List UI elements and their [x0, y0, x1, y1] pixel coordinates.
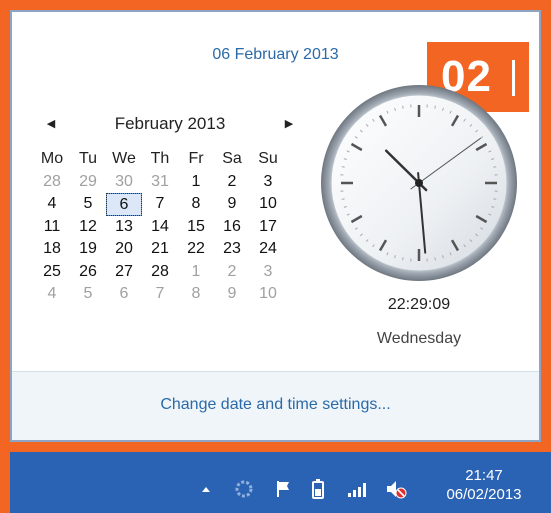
calendar-day[interactable]: 23: [214, 238, 250, 261]
calendar-day[interactable]: 11: [34, 216, 70, 239]
taskbar-time: 21:47: [465, 467, 503, 484]
calendar-day[interactable]: 8: [178, 193, 214, 216]
calendar-day[interactable]: 29: [70, 171, 106, 194]
calendar-day[interactable]: 1: [178, 171, 214, 194]
calendar-day[interactable]: 21: [142, 238, 178, 261]
digital-time: 22:29:09: [387, 296, 451, 313]
weekday-text: Wednesday: [376, 330, 462, 347]
flyout-panel: 06 February 2013 02 ◀ February 2013 ▶ Mo…: [12, 12, 539, 440]
calendar-day[interactable]: 31: [142, 171, 178, 194]
weekday-label: Th: [150, 150, 170, 167]
weekday-label: Su: [258, 150, 278, 167]
calendar-week-row: 28 29 30 31 1 2 3: [34, 171, 286, 194]
calendar-nav: ◀ February 2013 ▶: [42, 113, 298, 135]
weekday-label: Tu: [78, 150, 98, 167]
calendar-day[interactable]: 20: [106, 238, 142, 261]
calendar-day[interactable]: 4: [34, 193, 70, 216]
calendar-day[interactable]: 28: [142, 261, 178, 284]
calendar-day[interactable]: 7: [142, 193, 178, 216]
calendar-day[interactable]: 7: [142, 283, 178, 306]
calendar-day[interactable]: 22: [178, 238, 214, 261]
calendar-week-row: 18 19 20 21 22 23 24: [34, 238, 286, 261]
chevron-up-icon[interactable]: [198, 478, 214, 500]
calendar-day[interactable]: 13: [106, 216, 142, 239]
clock-minute-tick: [341, 198, 345, 200]
calendar-day[interactable]: 3: [250, 261, 286, 284]
weekday-label: Fr: [188, 150, 204, 167]
calendar-day[interactable]: 28: [34, 171, 70, 194]
taskbar-date: 06/02/2013: [446, 486, 522, 503]
calendar-day-today[interactable]: 6: [106, 193, 142, 216]
change-date-time-settings-link[interactable]: Change date and time settings...: [12, 396, 539, 414]
clock-minute-tick: [402, 257, 404, 261]
calendar-day[interactable]: 19: [70, 238, 106, 261]
clock-minute-tick: [434, 105, 436, 109]
calendar-day[interactable]: 5: [70, 283, 106, 306]
calendar-day[interactable]: 18: [34, 238, 70, 261]
calendar-day[interactable]: 5: [70, 193, 106, 216]
calendar-day[interactable]: 16: [214, 216, 250, 239]
calendar-week-row: 25 26 27 28 1 2 3: [34, 261, 286, 284]
calendar-week-row: 4 5 6 7 8 9 10: [34, 193, 286, 216]
calendar-day[interactable]: 10: [250, 193, 286, 216]
weekday-label: Mo: [40, 150, 64, 167]
calendar-day[interactable]: 6: [106, 283, 142, 306]
triangle-right-icon[interactable]: ▶: [280, 113, 298, 135]
weekday-label: Sa: [222, 150, 242, 167]
calendar-day[interactable]: 4: [34, 283, 70, 306]
month-title[interactable]: February 2013: [42, 113, 298, 135]
calendar-day[interactable]: 17: [250, 216, 286, 239]
clock-minute-tick: [434, 257, 436, 261]
calendar-day[interactable]: 26: [70, 261, 106, 284]
clock-minute-tick: [402, 105, 404, 109]
clock-minute-tick: [493, 198, 497, 200]
speaker-muted-icon[interactable]: [382, 478, 410, 500]
calendar-day[interactable]: 3: [250, 171, 286, 194]
calendar-day[interactable]: 2: [214, 171, 250, 194]
battery-icon[interactable]: [306, 478, 330, 500]
weekday-label: We: [112, 150, 136, 167]
calendar-day[interactable]: 25: [34, 261, 70, 284]
calendar-week-row: 4 5 6 7 8 9 10: [34, 283, 286, 306]
calendar-day[interactable]: 9: [214, 283, 250, 306]
calendar-day[interactable]: 10: [250, 283, 286, 306]
date-time-flyout: 06 February 2013 02 ◀ February 2013 ▶ Mo…: [10, 10, 541, 442]
calendar-day[interactable]: 9: [214, 193, 250, 216]
calendar-day[interactable]: 30: [106, 171, 142, 194]
calendar-day[interactable]: 14: [142, 216, 178, 239]
clock-minute-tick: [341, 166, 345, 168]
calendar-day[interactable]: 15: [178, 216, 214, 239]
clock-minute-tick: [493, 166, 497, 168]
analog-clock: [321, 85, 517, 281]
taskbar-clock[interactable]: 21:47 06/02/2013: [429, 466, 539, 504]
calendar-day[interactable]: 2: [214, 261, 250, 284]
calendar-day[interactable]: 12: [70, 216, 106, 239]
calendar-day[interactable]: 27: [106, 261, 142, 284]
calendar-grid: Mo Tu We Th Fr Sa Su 28 29 30 31 1 2 3 4 5 6 7 8 9 10 11 12 13…: [34, 148, 286, 306]
flag-icon[interactable]: [272, 478, 296, 500]
signal-bars-icon[interactable]: [344, 478, 372, 500]
calendar-day[interactable]: 8: [178, 283, 214, 306]
calendar-day[interactable]: 24: [250, 238, 286, 261]
network-activity-icon[interactable]: [232, 478, 256, 500]
calendar-day[interactable]: 1: [178, 261, 214, 284]
calendar-week-row: 11 12 13 14 15 16 17: [34, 216, 286, 239]
taskbar: 21:47 06/02/2013: [10, 452, 551, 513]
weekday-header-row: Mo Tu We Th Fr Sa Su: [34, 148, 286, 171]
flyout-footer: Change date and time settings...: [12, 371, 539, 440]
clock-center: [415, 179, 423, 187]
